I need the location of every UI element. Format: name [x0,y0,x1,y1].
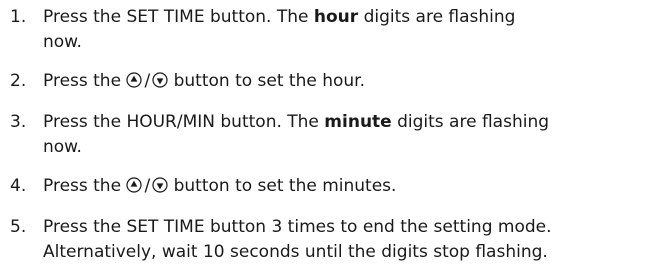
step-text: Press the SET TIME button 3 times to end… [43,215,643,265]
up-arrow-circle-icon [126,72,143,88]
step-line: Press the / button to set the hour. [43,69,643,94]
step-text-part: button to set the minutes. [173,176,397,196]
slash-separator: / [144,71,151,91]
step-number: 1. [10,7,27,27]
step-line: now. [43,137,82,157]
up-arrow-circle-icon [126,177,143,193]
step-line: Alternatively, wait 10 seconds until the… [43,242,548,262]
step-number: 4. [10,176,27,196]
step-text-part: digits are flashing [358,7,516,27]
step-emphasis: minute [324,112,392,132]
step-number: 3. [10,112,27,132]
step-text-part: digits are flashing [391,112,550,132]
step-text-part: Press the HOUR/MIN button. The [43,112,325,132]
step-text-part: button to set the hour. [173,71,366,91]
down-arrow-circle-icon [152,72,168,88]
step-text-part: Press the [43,176,122,196]
step-number: 5. [10,217,27,237]
step-text-part: Press the [43,71,122,91]
step-line: Press the HOUR/MIN button. The minute di… [43,110,643,135]
step-line: Press the / button to set the minutes. [43,174,643,199]
step-line: Press the SET TIME button. The hour digi… [43,5,643,30]
step-line: Press the SET TIME button 3 times to end… [43,217,552,237]
step-text: Press the / button to set the minutes. [43,174,643,199]
step-text: Press the HOUR/MIN button. The minute di… [43,110,643,160]
step-number: 2. [10,71,27,91]
step-line: now. [43,32,82,52]
step-text-part: Press the SET TIME button. The [43,7,314,27]
step-text: Press the SET TIME button. The hour digi… [43,5,643,55]
instruction-list: 1. Press the SET TIME button. The hour d… [0,0,653,279]
down-arrow-circle-icon [152,177,168,193]
slash-separator: / [144,176,151,196]
step-emphasis: hour [313,7,359,27]
step-text: Press the / button to set the hour. [43,69,643,94]
